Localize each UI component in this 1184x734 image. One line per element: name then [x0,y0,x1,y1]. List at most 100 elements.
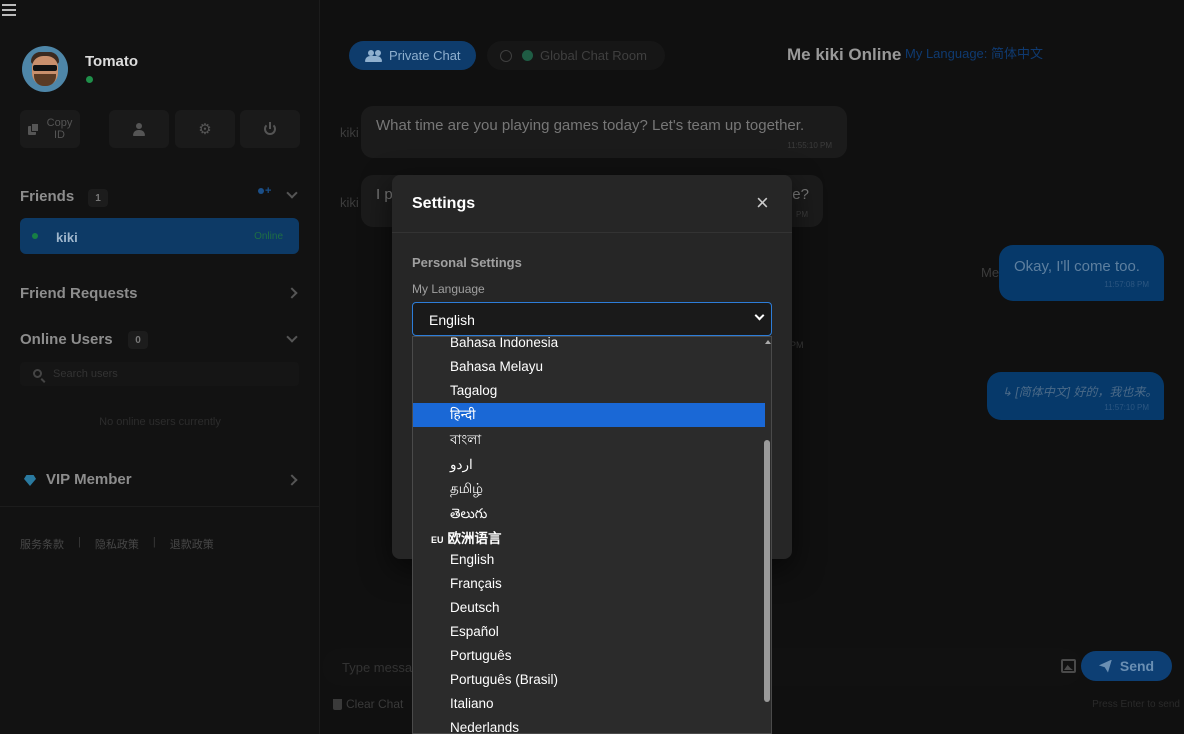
friend-item-kiki[interactable]: kiki Online [20,218,299,254]
online-status-dot [86,76,93,83]
message-sender: kiki [340,195,359,210]
tab-private-chat[interactable]: Private Chat [349,41,476,70]
add-friend-icon[interactable] [256,185,272,201]
privacy-link[interactable]: 隐私政策 [95,536,139,552]
user-icon [133,122,145,136]
tab-global-label: Global Chat Room [540,48,647,63]
clear-chat-button[interactable]: Clear Chat [333,697,403,711]
language-option[interactable]: Português [413,644,765,668]
message-sender: Me [981,265,1000,280]
gem-icon [24,475,36,486]
message-time: 11:57:08 PM [1104,280,1149,289]
language-option[interactable]: اردو [413,453,765,477]
divider [0,506,320,507]
footer-links: 服务条款 | 隐私政策 | 退款政策 [20,536,214,552]
message-time: PM [790,340,804,350]
friend-online-dot [32,233,38,239]
group-label: 欧洲语言 [447,531,502,546]
terms-link[interactable]: 服务条款 [20,536,64,552]
copy-icon [27,123,39,135]
personal-settings-label: Personal Settings [412,255,522,270]
menu-icon[interactable] [2,4,16,20]
username: Tomato [85,53,139,70]
profile-button[interactable] [109,110,169,148]
eu-flag-icon: EU [431,535,444,545]
separator: | [152,536,156,548]
message-time: 11:55:10 PM [787,141,832,150]
message-sender: kiki [340,125,359,140]
message-text: What time are you playing games today? L… [376,117,805,134]
my-language-label[interactable]: My Language: 简体中文 [905,43,1043,62]
friend-name: kiki [56,230,78,245]
language-option[interactable]: తెలుగు [413,502,765,526]
language-dropdown-list[interactable]: Bahasa Indonesia Bahasa Melayu Tagalog ह… [412,336,772,734]
message-text: Okay, I'll come too. [1014,258,1140,275]
gear-icon: ⚙ [198,121,212,138]
refund-link[interactable]: 退款政策 [170,536,214,552]
message-time: PM [796,210,808,219]
online-users-empty-text: No online users currently [99,416,221,428]
language-option[interactable]: Bahasa Indonesia [413,337,765,355]
language-option[interactable]: Português (Brasil) [413,668,765,692]
language-select[interactable]: English [412,302,772,336]
paper-plane-icon [1098,659,1112,673]
vip-label: VIP Member [46,471,132,488]
earth-icon [522,50,533,61]
search-icon [33,369,42,378]
my-language-field-label: My Language [412,282,485,296]
send-button[interactable]: Send [1081,651,1172,681]
online-users-collapse-chevron-icon[interactable] [286,331,298,343]
language-option[interactable]: Deutsch [413,596,765,620]
language-option[interactable]: Français [413,572,765,596]
avatar[interactable] [22,46,68,92]
power-icon [264,122,276,135]
language-option[interactable]: English [413,548,765,572]
globe-icon [500,49,512,62]
friends-count-badge: 1 [88,189,108,207]
friends-collapse-chevron-icon[interactable] [286,187,298,199]
message-bubble: What time are you playing games today? L… [361,106,847,158]
tab-global-chat[interactable]: Global Chat Room [487,41,665,70]
search-input[interactable]: Search users [20,362,299,386]
chevron-right-icon[interactable] [286,287,298,299]
language-option[interactable]: Tagalog [413,379,765,403]
settings-button[interactable]: ⚙ [175,110,235,148]
app: Tomato CopyID ⚙ Friends 1 kiki Online Fr… [0,0,1184,734]
language-option[interactable]: Italiano [413,692,765,716]
message-bubble-translation: ↳ [简体中文] 好的，我也来。 11:57:10 PM [987,372,1164,420]
vip-member-row[interactable]: VIP Member [20,470,300,492]
clear-chat-label: Clear Chat [346,697,404,711]
translation-text: ↳ [简体中文] 好的，我也来。 [1002,385,1158,399]
language-option[interactable]: Bahasa Melayu [413,355,765,379]
message-time: 11:57:10 PM [1104,403,1149,412]
trash-icon [333,698,342,710]
language-select-value: English [429,312,475,328]
search-placeholder: Search users [53,368,118,380]
send-hint: Press Enter to send [1092,699,1180,710]
close-icon[interactable]: × [756,192,769,214]
language-option-selected[interactable]: हिन्दी [413,403,765,427]
dropdown-scrollbar[interactable] [764,440,770,702]
copy-id-label: Copy ID [46,117,73,141]
chat-title: Me kiki Online [787,45,902,64]
people-icon [365,49,382,62]
image-upload-icon[interactable] [1061,659,1076,673]
logout-button[interactable] [240,110,300,148]
message-bubble-own: Okay, I'll come too. 11:57:08 PM [999,245,1164,301]
language-option[interactable]: தமிழ் [413,477,765,501]
send-label: Send [1119,658,1155,674]
friend-status: Online [254,231,283,242]
separator: | [78,536,81,548]
online-users-title: Online Users [20,331,113,348]
language-option[interactable]: Nederlands [413,716,765,733]
language-option[interactable]: Español [413,620,765,644]
online-users-count-badge: 0 [128,331,148,349]
chevron-down-icon [754,310,765,321]
friend-requests-title[interactable]: Friend Requests [20,285,138,302]
sidebar: Tomato CopyID ⚙ Friends 1 kiki Online Fr… [0,0,320,734]
modal-title: Settings [412,195,476,212]
modal-divider [392,232,792,233]
language-option[interactable]: বাংলা [413,428,765,452]
copy-id-button[interactable]: Copy ID [20,110,80,148]
scroll-up-arrow-icon[interactable] [765,340,771,344]
